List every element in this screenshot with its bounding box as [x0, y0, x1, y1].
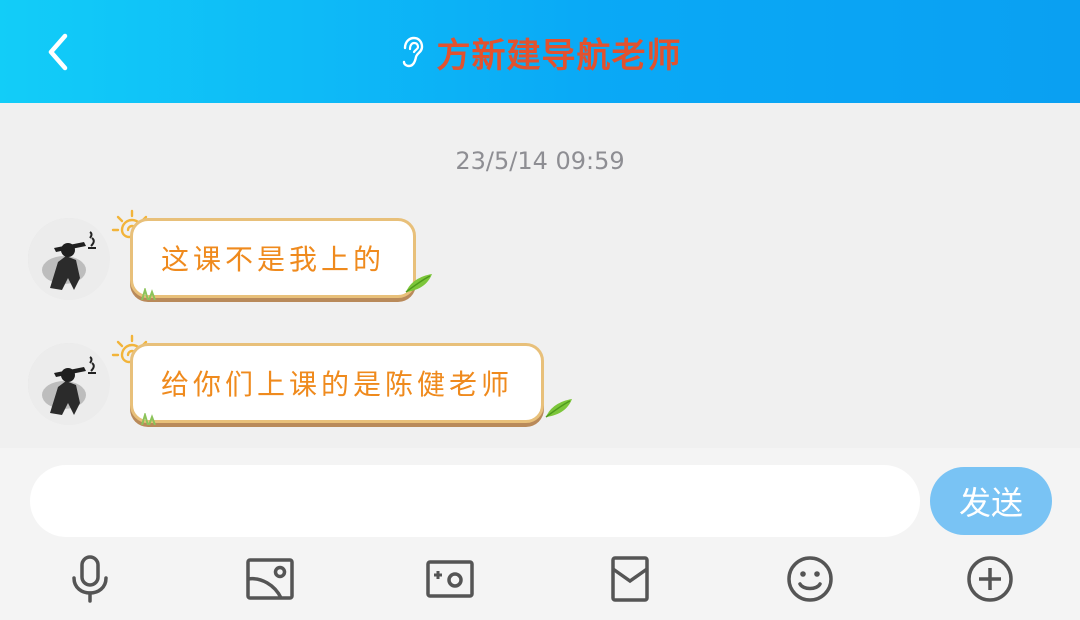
chat-bubble[interactable]: 给你们上课的是陈健老师 — [130, 343, 545, 423]
leaf-decoration-icon — [405, 274, 432, 293]
send-button[interactable]: 发送 — [930, 467, 1052, 535]
message-row: 给你们上课的是陈健老师 — [0, 333, 1080, 433]
image-icon — [246, 558, 294, 600]
emoji-button[interactable] — [783, 552, 837, 606]
title-bar: 方新建导航老师 — [0, 28, 1080, 76]
grass-decoration-icon — [141, 413, 156, 425]
more-button[interactable] — [963, 552, 1017, 606]
camera-button[interactable] — [423, 552, 477, 606]
avatar[interactable] — [28, 343, 110, 425]
avatar[interactable] — [28, 218, 110, 300]
red-packet-icon — [611, 556, 649, 602]
leaf-decoration-icon — [545, 399, 572, 418]
message-text: 这课不是我上的 — [161, 243, 386, 276]
voice-button[interactable] — [63, 552, 117, 606]
avatar-image — [28, 218, 110, 300]
plus-icon — [967, 556, 1013, 602]
app-header: 方新建导航老师 — [0, 0, 1080, 103]
message-list[interactable]: 23/5/14 09:59 这课不是我上的 给你们上课的是陈健老师 — [0, 103, 1080, 448]
red-packet-button[interactable] — [603, 552, 657, 606]
message-text: 给你们上课的是陈健老师 — [161, 368, 514, 401]
message-timestamp: 23/5/14 09:59 — [455, 147, 625, 175]
page-title: 方新建导航老师 — [436, 35, 682, 76]
camera-icon — [426, 560, 474, 598]
chat-bubble[interactable]: 这课不是我上的 — [130, 218, 417, 298]
microphone-icon — [72, 555, 108, 603]
image-button[interactable] — [243, 552, 297, 606]
emoji-icon — [787, 556, 833, 602]
ear-icon — [402, 36, 423, 68]
composer: 发送 — [0, 448, 1080, 620]
message-row: 这课不是我上的 — [0, 208, 1080, 308]
grass-decoration-icon — [141, 288, 156, 300]
message-input[interactable] — [30, 465, 920, 537]
avatar-image — [28, 343, 110, 425]
